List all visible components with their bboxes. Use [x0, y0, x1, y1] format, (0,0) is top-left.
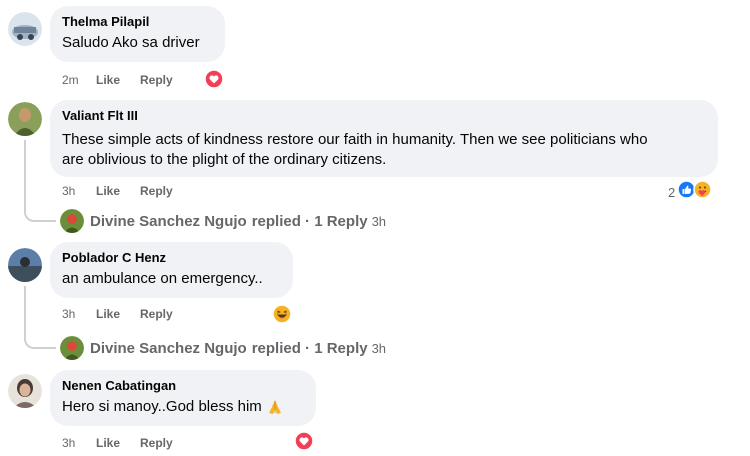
reply-author: Divine Sanchez Ngujo	[90, 212, 247, 230]
reaction-summary[interactable]: 2	[668, 180, 712, 204]
comment-actions: 2m Like Reply	[62, 72, 173, 88]
comment-text: These simple acts of kindness restore ou…	[62, 130, 706, 170]
comment-text-line: are oblivious to the plight of the ordin…	[62, 151, 387, 168]
comment-bubble: Valiant Flt III These simple acts of kin…	[50, 100, 718, 177]
avatar[interactable]	[8, 12, 42, 46]
avatar[interactable]	[8, 102, 42, 136]
reaction-count: 2	[668, 184, 676, 200]
comment-author[interactable]: Nenen Cabatingan	[62, 378, 304, 394]
comment-author[interactable]: Thelma Pilapil	[62, 14, 213, 30]
reply-button[interactable]: Reply	[140, 435, 173, 451]
love-icon[interactable]	[204, 69, 224, 94]
thread-line	[24, 140, 26, 210]
comment-time[interactable]: 2m	[62, 72, 96, 88]
like-button[interactable]: Like	[96, 72, 140, 88]
comment-text: an ambulance on emergency..	[62, 270, 263, 287]
reply-time: 3h	[371, 340, 387, 356]
reply-time: 3h	[371, 213, 387, 229]
reply-button[interactable]: Reply	[140, 183, 173, 199]
folded-hands-emoji	[267, 399, 283, 415]
comment-text: Hero si manoy..God bless him	[62, 397, 304, 417]
comment-bubble: Poblador C Henz an ambulance on emergenc…	[50, 242, 293, 298]
comment-actions: 3h Like Reply	[62, 183, 173, 199]
comment-text-line: These simple acts of kindness restore ou…	[62, 131, 648, 148]
comment-time[interactable]: 3h	[62, 183, 96, 199]
like-button[interactable]: Like	[96, 306, 140, 322]
reply-author: Divine Sanchez Ngujo	[90, 339, 247, 357]
reply-count: replied · 1 Reply	[251, 339, 368, 357]
comment-actions: 3h Like Reply	[62, 435, 173, 451]
comment-actions: 3h Like Reply	[62, 306, 173, 322]
avatar[interactable]	[8, 374, 42, 408]
avatar	[60, 336, 84, 360]
care-icon	[693, 180, 712, 204]
comment-bubble: Nenen Cabatingan Hero si manoy..God bles…	[50, 370, 316, 426]
like-button[interactable]: Like	[96, 435, 140, 451]
view-replies-link[interactable]: Divine Sanchez Ngujo replied · 1 Reply 3…	[60, 209, 386, 233]
comment-bubble: Thelma Pilapil Saludo Ako sa driver	[50, 6, 225, 62]
thread-connector	[24, 206, 56, 222]
haha-icon[interactable]	[272, 304, 292, 329]
avatar	[60, 209, 84, 233]
comment-author[interactable]: Poblador C Henz	[62, 250, 281, 266]
view-replies-link[interactable]: Divine Sanchez Ngujo replied · 1 Reply 3…	[60, 336, 386, 360]
reply-button[interactable]: Reply	[140, 306, 173, 322]
avatar[interactable]	[8, 248, 42, 282]
reply-count: replied · 1 Reply	[251, 212, 368, 230]
thread-line	[24, 286, 26, 336]
comment-author[interactable]: Valiant Flt III	[62, 108, 706, 124]
comment-text: Saludo Ako sa driver	[62, 34, 200, 51]
comment-text-content: Hero si manoy..God bless him	[62, 398, 262, 415]
comment-time[interactable]: 3h	[62, 306, 96, 322]
comment-time[interactable]: 3h	[62, 435, 96, 451]
love-icon[interactable]	[294, 431, 314, 456]
thread-connector	[24, 333, 56, 349]
like-button[interactable]: Like	[96, 183, 140, 199]
reply-button[interactable]: Reply	[140, 72, 173, 88]
